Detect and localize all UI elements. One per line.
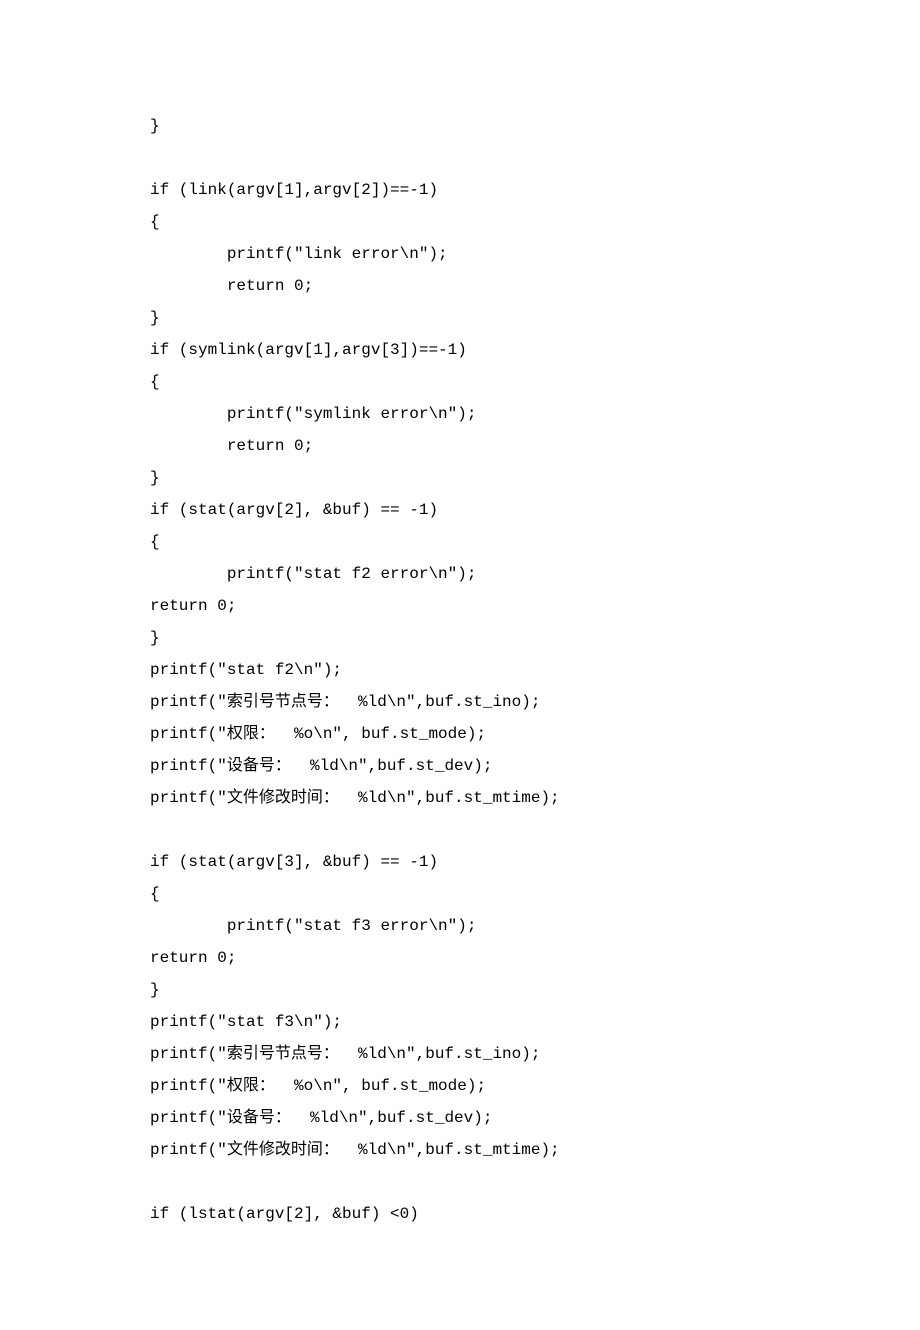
- code-line: {: [150, 206, 770, 238]
- code-line: printf("索引号节点号： %ld\n",buf.st_ino);: [150, 686, 770, 718]
- code-line: printf("stat f2\n");: [150, 654, 770, 686]
- code-line: }: [150, 622, 770, 654]
- code-line: }: [150, 462, 770, 494]
- document-page: } if (link(argv[1],argv[2])==-1) { print…: [0, 0, 920, 1330]
- code-line: printf("权限： %o\n", buf.st_mode);: [150, 1070, 770, 1102]
- code-line: printf("stat f3\n");: [150, 1006, 770, 1038]
- code-line: return 0;: [150, 590, 770, 622]
- code-line: printf("设备号： %ld\n",buf.st_dev);: [150, 750, 770, 782]
- code-line: printf("link error\n");: [150, 238, 770, 270]
- code-line: if (stat(argv[3], &buf) == -1): [150, 846, 770, 878]
- blank-line: [150, 1166, 770, 1198]
- code-line: printf("文件修改时间： %ld\n",buf.st_mtime);: [150, 1134, 770, 1166]
- code-line: {: [150, 878, 770, 910]
- code-line: if (stat(argv[2], &buf) == -1): [150, 494, 770, 526]
- code-line: printf("设备号： %ld\n",buf.st_dev);: [150, 1102, 770, 1134]
- code-line: printf("权限： %o\n", buf.st_mode);: [150, 718, 770, 750]
- code-line: printf("symlink error\n");: [150, 398, 770, 430]
- code-line: return 0;: [150, 942, 770, 974]
- code-line: {: [150, 526, 770, 558]
- code-line: printf("stat f3 error\n");: [150, 910, 770, 942]
- code-line: if (link(argv[1],argv[2])==-1): [150, 174, 770, 206]
- code-line: if (symlink(argv[1],argv[3])==-1): [150, 334, 770, 366]
- code-line: return 0;: [150, 430, 770, 462]
- code-line: return 0;: [150, 270, 770, 302]
- blank-line: [150, 142, 770, 174]
- blank-line: [150, 814, 770, 846]
- code-line: }: [150, 974, 770, 1006]
- code-line: printf("索引号节点号： %ld\n",buf.st_ino);: [150, 1038, 770, 1070]
- code-line: }: [150, 110, 770, 142]
- code-line: printf("stat f2 error\n");: [150, 558, 770, 590]
- code-line: {: [150, 366, 770, 398]
- code-line: if (lstat(argv[2], &buf) <0): [150, 1198, 770, 1230]
- code-line: printf("文件修改时间： %ld\n",buf.st_mtime);: [150, 782, 770, 814]
- code-line: }: [150, 302, 770, 334]
